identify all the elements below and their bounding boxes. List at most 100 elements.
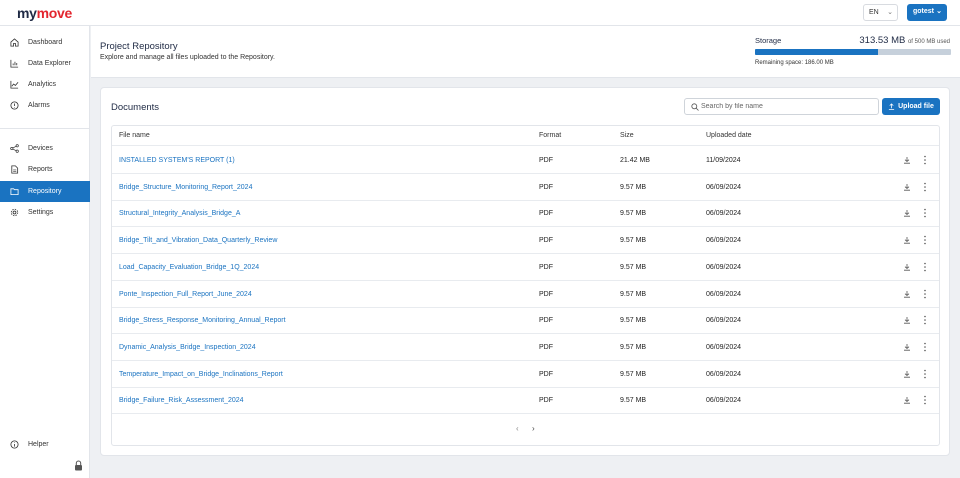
download-icon[interactable] [903, 290, 911, 298]
storage-progress-fill [755, 49, 878, 55]
table-row[interactable]: Bridge_Tilt_and_Vibration_Data_Quarterly… [112, 227, 939, 255]
file-format: PDF [539, 157, 553, 164]
table-row[interactable]: Temperature_Impact_on_Bridge_Inclination… [112, 361, 939, 388]
download-icon[interactable] [903, 183, 911, 191]
folder-icon [10, 187, 19, 196]
table-row[interactable]: Structural_Integrity_Analysis_Bridge_A PD… [112, 200, 939, 228]
sidebar: Dashboard Data Explorer Analytics Alarms… [0, 26, 90, 478]
file-size: 9.57 MB [620, 237, 647, 245]
table-row[interactable]: Load_Capacity_Evaluation_Bridge_1Q_2024 P… [112, 254, 939, 281]
sidebar-item-label: Reports [28, 166, 53, 173]
more-options-icon[interactable] [923, 208, 927, 218]
language-select[interactable]: EN ⌄ [863, 4, 898, 21]
column-header-size[interactable]: Size [620, 132, 634, 139]
chevron-down-icon: ⌄ [936, 8, 942, 15]
file-size: 9.57 MB [620, 317, 647, 325]
more-options-icon[interactable] [923, 315, 927, 325]
file-size: 21.42 MB [620, 157, 650, 164]
file-format: PDF [539, 183, 553, 191]
more-options-icon[interactable] [923, 342, 927, 352]
sidebar-item-alarms[interactable]: Alarms [0, 95, 90, 116]
share-nodes-icon [10, 144, 19, 153]
search-icon [691, 103, 699, 111]
column-header-format[interactable]: Format [539, 132, 561, 139]
file-uploaded-date: 06/09/2024 [706, 183, 742, 191]
logo-part-2: move [36, 5, 73, 21]
sidebar-item-label: Devices [28, 145, 53, 152]
table-row[interactable]: Bridge_Failure_Risk_Assessment_2024 PDF 9.… [112, 387, 939, 415]
download-icon[interactable] [903, 209, 911, 217]
file-name-link[interactable]: Load_Capacity_Evaluation_Bridge_1Q_2024 [119, 264, 259, 271]
file-name-link[interactable]: Bridge_Stress_Response_Monitoring_Annual… [119, 317, 286, 324]
file-format: PDF [539, 237, 553, 245]
column-header-uploaded-date[interactable]: Uploaded date [706, 132, 752, 139]
download-icon[interactable] [903, 343, 911, 351]
storage-progress-bar [755, 49, 951, 55]
more-options-icon[interactable] [923, 182, 927, 192]
file-name-link[interactable]: Dynamic_Analysis_Bridge_Inspection_2024 [119, 344, 256, 351]
sidebar-item-repository[interactable]: Repository [0, 181, 90, 202]
file-format: PDF [539, 210, 553, 218]
sidebar-item-data-explorer[interactable]: Data Explorer [0, 53, 90, 74]
column-header-file-name[interactable]: File name [119, 132, 150, 139]
file-uploaded-date: 06/09/2024 [706, 210, 742, 218]
upload-file-button[interactable]: Upload file [882, 98, 940, 115]
file-name-link[interactable]: Structural_Integrity_Analysis_Bridge_A [119, 210, 240, 217]
table-row[interactable]: Bridge_Structure_Monitoring_Report_2024 P… [112, 174, 939, 201]
file-name-link[interactable]: Ponte_Inspection_Full_Report_June_2024 [119, 291, 252, 298]
bar-chart-icon [10, 59, 19, 68]
download-icon[interactable] [903, 370, 911, 378]
sidebar-item-dashboard[interactable]: Dashboard [0, 32, 90, 53]
page-header: Project Repository Explore and manage al… [91, 26, 960, 78]
upload-icon [888, 103, 895, 110]
sidebar-item-devices[interactable]: Devices [0, 138, 90, 159]
storage-used-value: 313.53 MB [859, 35, 906, 46]
user-name: gotest [913, 8, 934, 15]
sidebar-item-reports[interactable]: Reports [0, 159, 90, 180]
file-size: 9.57 MB [620, 263, 647, 271]
more-options-icon[interactable] [923, 262, 927, 272]
download-icon[interactable] [903, 396, 911, 404]
table-row[interactable]: Ponte_Inspection_Full_Report_June_2024 PD… [112, 281, 939, 308]
language-value: EN [869, 9, 879, 16]
file-name-link[interactable]: Temperature_Impact_on_Bridge_Inclination… [119, 371, 283, 378]
more-options-icon[interactable] [923, 395, 927, 405]
file-name-link[interactable]: INSTALLED SYSTEM'S REPORT (1) [119, 157, 235, 164]
pagination-next[interactable]: › [532, 424, 535, 433]
file-name-link[interactable]: Bridge_Structure_Monitoring_Report_2024 [119, 184, 252, 191]
more-options-icon[interactable] [923, 155, 927, 165]
table-row[interactable]: Bridge_Stress_Response_Monitoring_Annual… [112, 307, 939, 335]
download-icon[interactable] [903, 156, 911, 164]
search-box [684, 98, 879, 115]
file-format: PDF [539, 263, 553, 271]
documents-table: File name Format Size Uploaded date INST… [111, 125, 940, 446]
file-format: PDF [539, 290, 553, 298]
app-logo[interactable]: mymove [17, 5, 72, 21]
file-format: PDF [539, 397, 553, 405]
more-options-icon[interactable] [923, 235, 927, 245]
file-name-link[interactable]: Bridge_Failure_Risk_Assessment_2024 [119, 397, 244, 404]
sidebar-item-label: Helper [28, 441, 49, 448]
download-icon[interactable] [903, 236, 911, 244]
gear-icon [10, 208, 19, 217]
alert-icon [10, 101, 19, 110]
sidebar-item-helper[interactable]: Helper [0, 434, 90, 455]
documents-title: Documents [111, 102, 160, 113]
download-icon[interactable] [903, 263, 911, 271]
download-icon[interactable] [903, 316, 911, 324]
more-options-icon[interactable] [923, 289, 927, 299]
sidebar-item-label: Analytics [28, 81, 57, 88]
file-size: 9.57 MB [620, 370, 647, 378]
table-row[interactable]: Dynamic_Analysis_Bridge_Inspection_2024 P… [112, 334, 939, 361]
table-row[interactable]: INSTALLED SYSTEM'S REPORT (1) PDF 21.42 MB… [112, 147, 939, 174]
lock-icon[interactable] [74, 460, 83, 471]
sidebar-item-analytics[interactable]: Analytics [0, 74, 90, 95]
home-icon [10, 38, 19, 47]
file-uploaded-date: 06/09/2024 [706, 237, 742, 245]
pagination-prev[interactable]: ‹ [516, 424, 519, 433]
sidebar-item-settings[interactable]: Settings [0, 202, 90, 223]
user-menu-button[interactable]: gotest ⌄ [907, 4, 947, 21]
search-input[interactable] [701, 100, 871, 113]
more-options-icon[interactable] [923, 369, 927, 379]
file-name-link[interactable]: Bridge_Tilt_and_Vibration_Data_Quarterly… [119, 237, 277, 244]
